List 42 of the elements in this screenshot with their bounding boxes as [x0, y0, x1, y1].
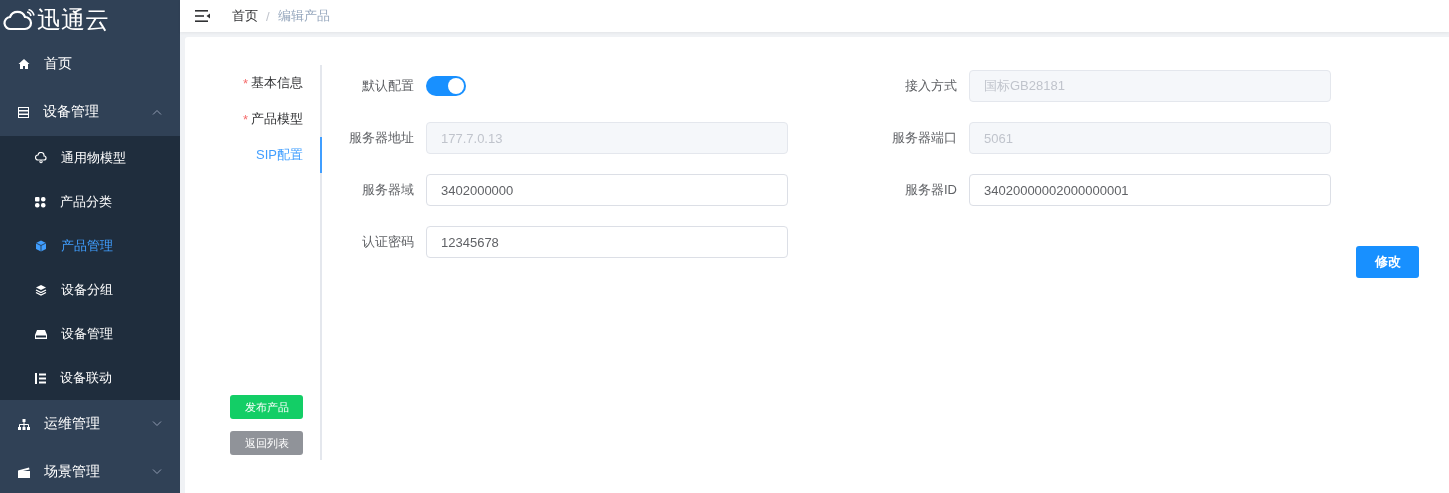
cube-icon [35, 240, 47, 252]
sidebar-submenu-item[interactable]: 产品管理 [0, 224, 180, 268]
list-icon [35, 372, 46, 384]
sidebar-menu-item[interactable]: 首页 [0, 40, 180, 88]
org-chart-icon [18, 418, 30, 430]
sidebar-submenu-item[interactable]: 设备联动 [0, 356, 180, 400]
step-tab[interactable]: * 基本信息 [185, 65, 322, 101]
layers-icon [35, 284, 47, 296]
input-field[interactable]: 3402000000 [426, 174, 788, 206]
home-icon [18, 58, 30, 70]
input-field[interactable]: 12345678 [426, 226, 788, 258]
field-label: 接入方式 [904, 77, 957, 95]
sidebar-menu-item[interactable]: 场景管理 [0, 448, 180, 493]
server-icon [18, 106, 29, 118]
field-label: 认证密码 [361, 233, 414, 251]
cloud-icon [35, 152, 47, 164]
sidebar-submenu-item[interactable]: 设备分组 [0, 268, 180, 312]
menu-fold-icon[interactable] [195, 10, 210, 22]
breadcrumb-item: 编辑产品 [277, 7, 330, 25]
field-label: 服务器端口 [891, 129, 957, 147]
clapperboard-icon [18, 466, 30, 478]
breadcrumb-item[interactable]: 首页 [232, 7, 258, 25]
drive-icon [35, 329, 47, 339]
sidebar-submenu-item[interactable]: 通用物模型 [0, 136, 180, 180]
chevron-down-icon [152, 421, 162, 427]
grid-icon [35, 196, 46, 208]
sidebar-submenu-item[interactable]: 设备管理 [0, 312, 180, 356]
field-label: 服务器地址 [348, 129, 414, 147]
field-label: 默认配置 [361, 77, 414, 95]
logo-text: 迅通云 [37, 5, 109, 35]
sidebar-menu-item[interactable]: 设备管理 [0, 88, 180, 136]
input-field[interactable]: 34020000002000000001 [969, 174, 1331, 206]
field-label: 服务器域 [361, 181, 414, 199]
step-tab[interactable]: * 产品模型 [185, 101, 322, 137]
chevron-up-icon [152, 109, 162, 115]
sidebar-submenu-item[interactable]: 产品分类 [0, 180, 180, 224]
field-label: 服务器ID [904, 181, 957, 199]
toggle-switch[interactable] [426, 76, 466, 96]
breadcrumb-separator: / [266, 8, 270, 24]
cloud-logo-icon [3, 9, 35, 31]
sidebar-menu-item[interactable]: 运维管理 [0, 400, 180, 448]
chevron-down-icon [152, 469, 162, 475]
